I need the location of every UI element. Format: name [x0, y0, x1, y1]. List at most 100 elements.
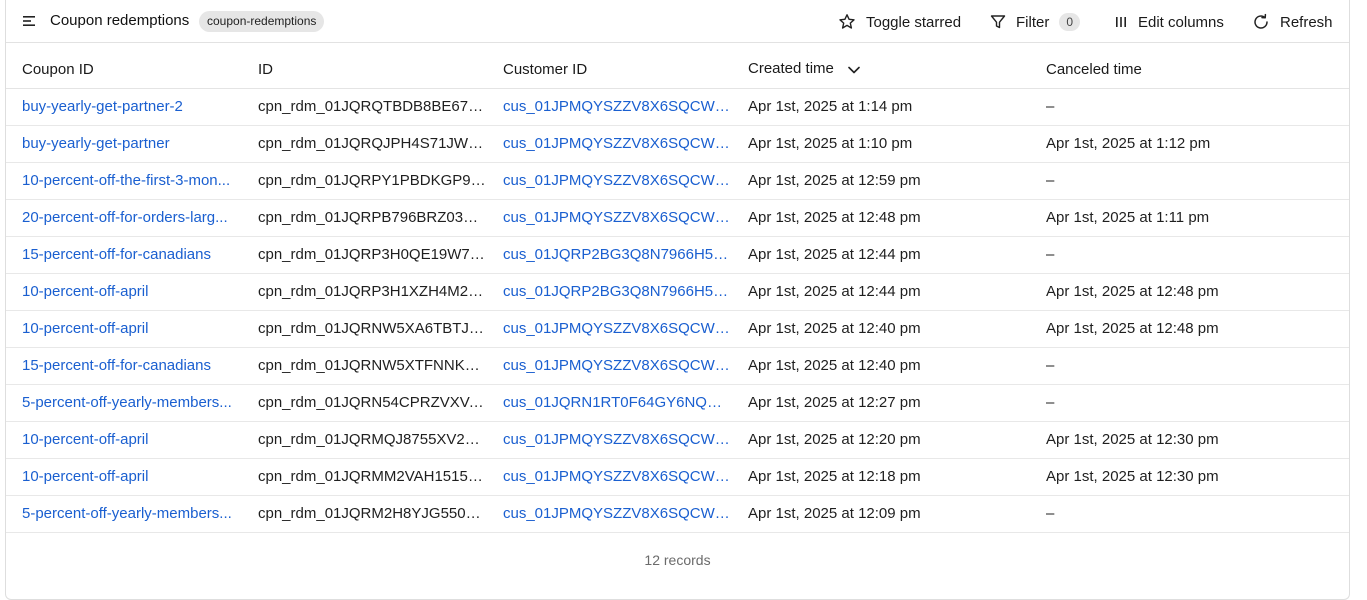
cell-created-time: Apr 1st, 2025 at 12:09 pm [732, 495, 1030, 533]
cell-canceled-time: Apr 1st, 2025 at 1:11 pm [1030, 199, 1349, 237]
cell-redemption-id: cpn_rdm_01JQRN54CPRZVXVAV... [242, 384, 487, 422]
cell-coupon-id[interactable]: 15-percent-off-for-canadians [6, 347, 242, 385]
edit-columns-label: Edit columns [1138, 13, 1224, 31]
cell-created-time: Apr 1st, 2025 at 12:59 pm [732, 162, 1030, 200]
cell-customer-id[interactable]: cus_01JPMQYSZZV8X6SQCWS... [487, 421, 732, 459]
refresh-icon [1252, 13, 1270, 31]
column-header-customer-id[interactable]: Customer ID [487, 51, 732, 89]
cell-customer-id[interactable]: cus_01JPMQYSZZV8X6SQCWS... [487, 125, 732, 163]
cell-created-time: Apr 1st, 2025 at 1:14 pm [732, 88, 1030, 126]
cell-redemption-id: cpn_rdm_01JQRQTBDB8BE6715... [242, 88, 487, 126]
cell-coupon-id[interactable]: 5-percent-off-yearly-members... [6, 495, 242, 533]
edit-columns-button[interactable]: Edit columns [1114, 12, 1224, 32]
coupon-redemptions-panel: Coupon redemptions coupon-redemptions To… [5, 0, 1350, 600]
hamburger-menu-icon[interactable] [22, 14, 36, 28]
cell-coupon-id[interactable]: 10-percent-off-april [6, 273, 242, 311]
slug-badge: coupon-redemptions [199, 11, 325, 32]
created-time-header-label: Created time [748, 60, 834, 78]
cell-customer-id[interactable]: cus_01JPMQYSZZV8X6SQCWS... [487, 458, 732, 496]
column-header-coupon-id[interactable]: Coupon ID [6, 51, 242, 89]
cell-canceled-time: – [1030, 88, 1349, 126]
filter-count-badge: 0 [1059, 13, 1081, 31]
table-header-row: Coupon ID ID Customer ID Created time Ca… [6, 51, 1349, 89]
cell-coupon-id[interactable]: buy-yearly-get-partner-2 [6, 88, 242, 126]
cell-redemption-id: cpn_rdm_01JQRM2H8YJG550RF... [242, 495, 487, 533]
table-row[interactable]: 10-percent-off-april cpn_rdm_01JQRMQJ8755… [6, 421, 1349, 459]
column-header-canceled-time[interactable]: Canceled time [1030, 51, 1349, 89]
cell-canceled-time: Apr 1st, 2025 at 12:30 pm [1030, 421, 1349, 459]
cell-customer-id[interactable]: cus_01JQRP2BG3Q8N7966H51... [487, 273, 732, 311]
filter-button[interactable]: Filter 0 [990, 12, 1081, 32]
cell-canceled-time: Apr 1st, 2025 at 12:48 pm [1030, 273, 1349, 311]
cell-canceled-time: Apr 1st, 2025 at 1:12 pm [1030, 125, 1349, 163]
cell-customer-id[interactable]: cus_01JPMQYSZZV8X6SQCWS... [487, 347, 732, 385]
table-row[interactable]: 15-percent-off-for-canadians cpn_rdm_01JQ… [6, 236, 1349, 274]
cell-coupon-id[interactable]: 10-percent-off-april [6, 421, 242, 459]
cell-redemption-id: cpn_rdm_01JQRPB796BRZ03ZY... [242, 199, 487, 237]
cell-redemption-id: cpn_rdm_01JQRP3H1XZH4M2D2... [242, 273, 487, 311]
cell-redemption-id: cpn_rdm_01JQRQJPH4S71JWB9... [242, 125, 487, 163]
cell-canceled-time: – [1030, 236, 1349, 274]
cell-created-time: Apr 1st, 2025 at 12:44 pm [732, 236, 1030, 274]
chevron-down-icon[interactable] [848, 61, 860, 78]
cell-coupon-id[interactable]: 10-percent-off-april [6, 310, 242, 348]
refresh-button[interactable]: Refresh [1252, 12, 1333, 32]
cell-coupon-id[interactable]: 15-percent-off-for-canadians [6, 236, 242, 274]
column-header-id[interactable]: ID [242, 51, 487, 89]
cell-created-time: Apr 1st, 2025 at 12:40 pm [732, 347, 1030, 385]
table-row[interactable]: 20-percent-off-for-orders-larg... cpn_rdm… [6, 199, 1349, 237]
cell-coupon-id[interactable]: buy-yearly-get-partner [6, 125, 242, 163]
cell-redemption-id: cpn_rdm_01JQRP3H0QE19W7W... [242, 236, 487, 274]
cell-customer-id[interactable]: cus_01JPMQYSZZV8X6SQCWS... [487, 199, 732, 237]
cell-canceled-time: Apr 1st, 2025 at 12:48 pm [1030, 310, 1349, 348]
table-body: buy-yearly-get-partner-2 cpn_rdm_01JQRQTB… [6, 88, 1349, 533]
cell-canceled-time: – [1030, 384, 1349, 422]
cell-customer-id[interactable]: cus_01JQRN1RT0F64GY6NQNS... [487, 384, 732, 422]
cell-customer-id[interactable]: cus_01JPMQYSZZV8X6SQCWS... [487, 88, 732, 126]
cell-customer-id[interactable]: cus_01JPMQYSZZV8X6SQCWS... [487, 310, 732, 348]
cell-created-time: Apr 1st, 2025 at 12:20 pm [732, 421, 1030, 459]
cell-customer-id[interactable]: cus_01JPMQYSZZV8X6SQCWS... [487, 162, 732, 200]
refresh-label: Refresh [1280, 13, 1333, 31]
toolbar: Coupon redemptions coupon-redemptions To… [6, 0, 1349, 43]
cell-canceled-time: – [1030, 495, 1349, 533]
columns-icon [1114, 15, 1128, 29]
cell-coupon-id[interactable]: 20-percent-off-for-orders-larg... [6, 199, 242, 237]
cell-customer-id[interactable]: cus_01JQRP2BG3Q8N7966H51... [487, 236, 732, 274]
cell-canceled-time: – [1030, 347, 1349, 385]
table-row[interactable]: 5-percent-off-yearly-members... cpn_rdm_0… [6, 384, 1349, 422]
star-icon [838, 13, 856, 31]
filter-funnel-icon [990, 14, 1006, 30]
cell-created-time: Apr 1st, 2025 at 12:40 pm [732, 310, 1030, 348]
table-row[interactable]: 10-percent-off-april cpn_rdm_01JQRMM2VAH1… [6, 458, 1349, 496]
cell-redemption-id: cpn_rdm_01JQRPY1PBDKGP9PV... [242, 162, 487, 200]
table-row[interactable]: 10-percent-off-the-first-3-mon... cpn_rdm… [6, 162, 1349, 200]
table-row[interactable]: 10-percent-off-april cpn_rdm_01JQRP3H1XZH… [6, 273, 1349, 311]
records-count: 12 records [644, 552, 711, 568]
cell-created-time: Apr 1st, 2025 at 12:44 pm [732, 273, 1030, 311]
filter-label: Filter [1016, 13, 1050, 31]
page-title: Coupon redemptions [50, 12, 190, 29]
cell-customer-id[interactable]: cus_01JPMQYSZZV8X6SQCWS... [487, 495, 732, 533]
cell-created-time: Apr 1st, 2025 at 12:27 pm [732, 384, 1030, 422]
cell-redemption-id: cpn_rdm_01JQRNW5XTFNNK46... [242, 347, 487, 385]
column-header-created-time[interactable]: Created time [732, 51, 1030, 89]
cell-created-time: Apr 1st, 2025 at 12:18 pm [732, 458, 1030, 496]
cell-canceled-time: – [1030, 162, 1349, 200]
table-row[interactable]: buy-yearly-get-partner cpn_rdm_01JQRQJPH4… [6, 125, 1349, 163]
cell-coupon-id[interactable]: 5-percent-off-yearly-members... [6, 384, 242, 422]
table-row[interactable]: 10-percent-off-april cpn_rdm_01JQRNW5XA6T… [6, 310, 1349, 348]
toggle-starred-label: Toggle starred [866, 13, 962, 31]
cell-redemption-id: cpn_rdm_01JQRMM2VAH1515ZB... [242, 458, 487, 496]
cell-coupon-id[interactable]: 10-percent-off-the-first-3-mon... [6, 162, 242, 200]
cell-redemption-id: cpn_rdm_01JQRMQJ8755XV26T... [242, 421, 487, 459]
table-row[interactable]: buy-yearly-get-partner-2 cpn_rdm_01JQRQTB… [6, 88, 1349, 126]
cell-created-time: Apr 1st, 2025 at 1:10 pm [732, 125, 1030, 163]
cell-redemption-id: cpn_rdm_01JQRNW5XA6TBTJ9T... [242, 310, 487, 348]
cell-created-time: Apr 1st, 2025 at 12:48 pm [732, 199, 1030, 237]
toggle-starred-button[interactable]: Toggle starred [838, 12, 961, 32]
coupon-redemptions-table: Coupon ID ID Customer ID Created time Ca… [6, 51, 1349, 533]
table-row[interactable]: 5-percent-off-yearly-members... cpn_rdm_0… [6, 495, 1349, 533]
cell-coupon-id[interactable]: 10-percent-off-april [6, 458, 242, 496]
table-row[interactable]: 15-percent-off-for-canadians cpn_rdm_01JQ… [6, 347, 1349, 385]
